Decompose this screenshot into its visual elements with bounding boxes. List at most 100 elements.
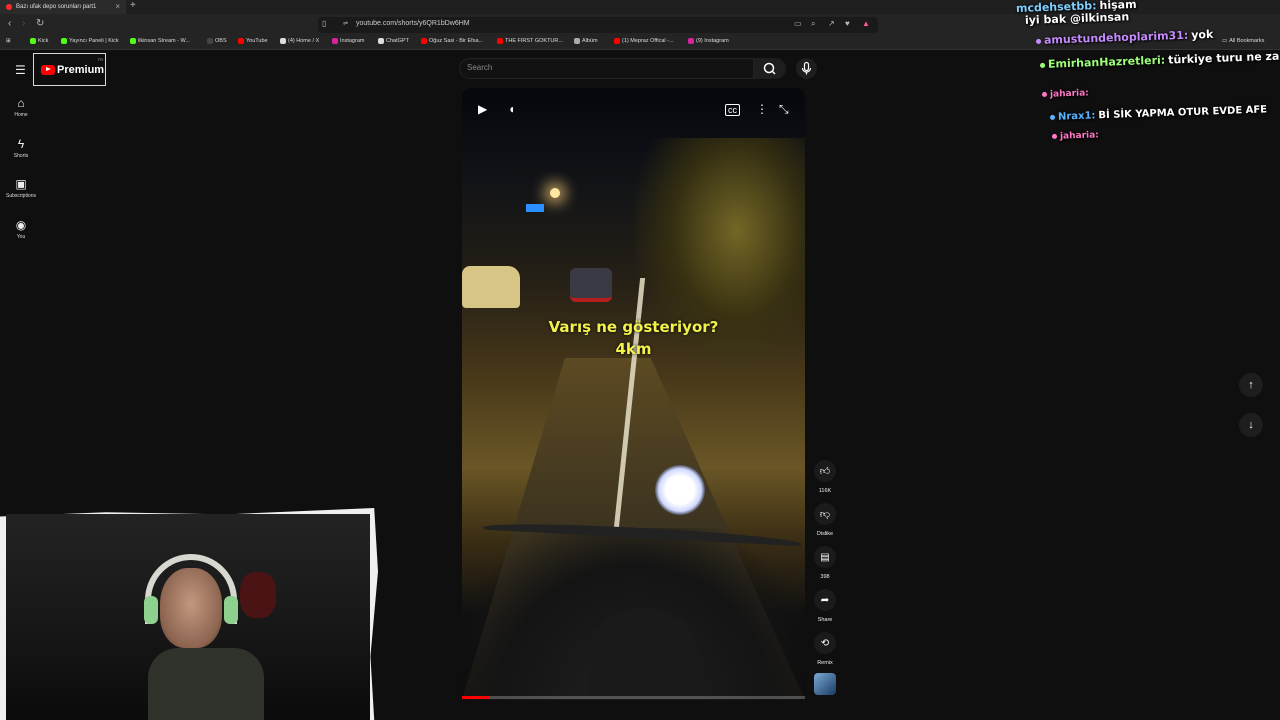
remix-button[interactable]: ⟲ Remix xyxy=(807,632,843,666)
bookmark-item[interactable]: (9) Instagram xyxy=(688,38,729,44)
hamburger-menu-icon[interactable]: ☰ xyxy=(15,63,26,77)
site-info-icon[interactable]: ⇌ xyxy=(343,20,348,27)
bookmark-label: YouTube xyxy=(246,38,268,44)
thumbs-down-icon: 👎︎ xyxy=(814,503,836,525)
cast-icon[interactable]: ▭ xyxy=(794,19,802,28)
url-text[interactable]: youtube.com/shorts/y6QR1bDw6HM xyxy=(356,20,470,27)
youtube-play-logo-icon xyxy=(41,64,55,75)
bookmark-favicon-icon xyxy=(61,38,67,44)
chat-text: yok xyxy=(1191,27,1214,42)
back-icon[interactable]: ‹ xyxy=(8,18,11,29)
bookmark-item[interactable]: THE FIRST GOKTUR... xyxy=(497,38,563,44)
bookmark-item[interactable]: Instagram xyxy=(332,38,364,44)
chat-username: Nrax1: xyxy=(1057,110,1096,123)
bookmark-item[interactable]: YouTube xyxy=(238,38,268,44)
chat-badge-icon xyxy=(1035,38,1042,44)
bookmark-page-icon[interactable]: ▯ xyxy=(322,19,326,28)
bookmark-item[interactable]: (4) Home / X xyxy=(280,38,319,44)
chat-username: amustundehoplarim31: xyxy=(1043,28,1189,47)
bookmark-item[interactable]: Yayıncı Paneli | Kick xyxy=(61,38,119,44)
youtube-premium-logo[interactable]: Premium TR xyxy=(33,53,106,86)
fullscreen-icon[interactable]: ⤡ xyxy=(779,102,789,117)
bookmark-item[interactable]: OBS xyxy=(207,38,227,44)
share-button[interactable]: ➦ Share xyxy=(807,589,843,623)
star-icon[interactable]: ♥ xyxy=(845,19,850,28)
browser-tab[interactable]: Bazı ufak depo sorunları part1 × xyxy=(0,0,126,14)
chat-message: jaharia: xyxy=(1041,88,1092,100)
bookmark-item[interactable]: Kick xyxy=(30,38,48,44)
chat-badge-icon xyxy=(1049,114,1056,120)
bookmark-item[interactable]: Albüm xyxy=(574,38,598,44)
search-placeholder: Search xyxy=(467,63,493,72)
chat-message: iyi bak @ilkinsan xyxy=(1022,10,1130,27)
sidebar-item-you[interactable]: ◉ You xyxy=(0,218,42,240)
more-options-icon[interactable]: ⋮ xyxy=(756,102,768,116)
search-input[interactable] xyxy=(459,58,754,79)
play-icon[interactable]: ▶ xyxy=(478,102,487,116)
account-icon: ◉ xyxy=(15,218,27,232)
sidebar-item-home[interactable]: ⌂ Home xyxy=(0,96,42,118)
voice-search-button[interactable] xyxy=(796,58,817,79)
bookmark-favicon-icon xyxy=(238,38,244,44)
caption-line: Varış ne gösteriyor? xyxy=(548,318,719,336)
streamer-shirt xyxy=(148,648,264,720)
previous-video-button[interactable]: ↑ xyxy=(1239,373,1263,397)
next-video-button[interactable]: ↓ xyxy=(1239,413,1263,437)
extension-icon[interactable]: ▲ xyxy=(862,19,870,28)
thumbs-up-icon: 👍︎ xyxy=(814,460,836,482)
tab-title: Bazı ufak depo sorunları part1 xyxy=(16,4,97,10)
share-icon: ➦ xyxy=(814,589,836,611)
logo-region-badge: TR xyxy=(97,57,103,62)
captions-icon[interactable]: cc xyxy=(725,104,740,116)
chat-badge-icon xyxy=(1051,133,1058,139)
remix-label: Remix xyxy=(817,660,833,666)
tab-close-icon[interactable]: × xyxy=(115,2,120,11)
bookmark-favicon-icon xyxy=(130,38,136,44)
zoom-icon[interactable]: ⌕ xyxy=(811,19,815,29)
bookmark-item[interactable]: (1) Mepraz Offical -... xyxy=(614,38,674,44)
reload-icon[interactable]: ↻ xyxy=(36,18,44,29)
chat-message: EmirhanHazretleri: türkiye turu ne zaman xyxy=(1039,49,1280,71)
sound-thumbnail[interactable] xyxy=(814,673,836,695)
new-tab-button[interactable]: + xyxy=(130,0,136,11)
bookmark-label: Oğuz Sasi - Bir Efsa... xyxy=(429,38,484,44)
like-button[interactable]: 👍︎ 116K xyxy=(807,460,843,494)
chat-message: jaharia: xyxy=(1051,130,1102,142)
shorts-video-player[interactable] xyxy=(462,88,805,700)
apps-icon[interactable]: ⊞ xyxy=(6,38,11,44)
headset-earcup xyxy=(224,596,238,624)
bookmark-favicon-icon xyxy=(614,38,620,44)
bookmark-item[interactable]: ilkinsan Stream - W... xyxy=(130,38,190,44)
bookmark-favicon-icon xyxy=(421,38,427,44)
chat-message: amustundehoplarim31: yok xyxy=(1035,27,1214,47)
share-page-icon[interactable]: ↗ xyxy=(828,19,835,28)
comment-count: 398 xyxy=(820,574,830,580)
bookmark-favicon-icon xyxy=(207,38,213,44)
bookmark-favicon-icon xyxy=(497,38,503,44)
home-icon: ⌂ xyxy=(17,96,25,110)
search-icon xyxy=(763,62,776,75)
comments-button[interactable]: ▤ 398 xyxy=(807,546,843,580)
search-button[interactable] xyxy=(754,58,786,79)
bookmark-favicon-icon xyxy=(378,38,384,44)
forward-icon[interactable]: › xyxy=(22,18,25,29)
arrow-down-icon: ↓ xyxy=(1248,419,1254,431)
logo-text: Premium xyxy=(57,63,105,76)
volume-icon[interactable]: ◖ xyxy=(508,102,515,116)
chat-text: iyi bak @ilkinsan xyxy=(1024,10,1130,27)
sidebar-item-shorts[interactable]: ϟ Shorts xyxy=(0,137,42,159)
sidebar-item-label: You xyxy=(16,234,26,240)
bookmark-item[interactable]: ChatGPT xyxy=(378,38,409,44)
dislike-button[interactable]: 👎︎ Dislike xyxy=(807,503,843,537)
chat-username: jaharia: xyxy=(1049,88,1089,100)
bookmark-label: ilkinsan Stream - W... xyxy=(138,38,190,44)
bookmark-favicon-icon xyxy=(332,38,338,44)
video-progress-track[interactable] xyxy=(462,696,805,699)
subscriptions-icon: ▣ xyxy=(15,177,27,191)
bookmark-label: (4) Home / X xyxy=(288,38,320,44)
bookmark-favicon-icon xyxy=(688,38,694,44)
video-headlamp xyxy=(655,465,705,515)
bookmark-item[interactable]: Oğuz Sasi - Bir Efsa... xyxy=(421,38,483,44)
sidebar-item-subscriptions[interactable]: ▣ Subscriptions xyxy=(0,177,42,199)
bookmark-label: (9) Instagram xyxy=(696,38,729,44)
